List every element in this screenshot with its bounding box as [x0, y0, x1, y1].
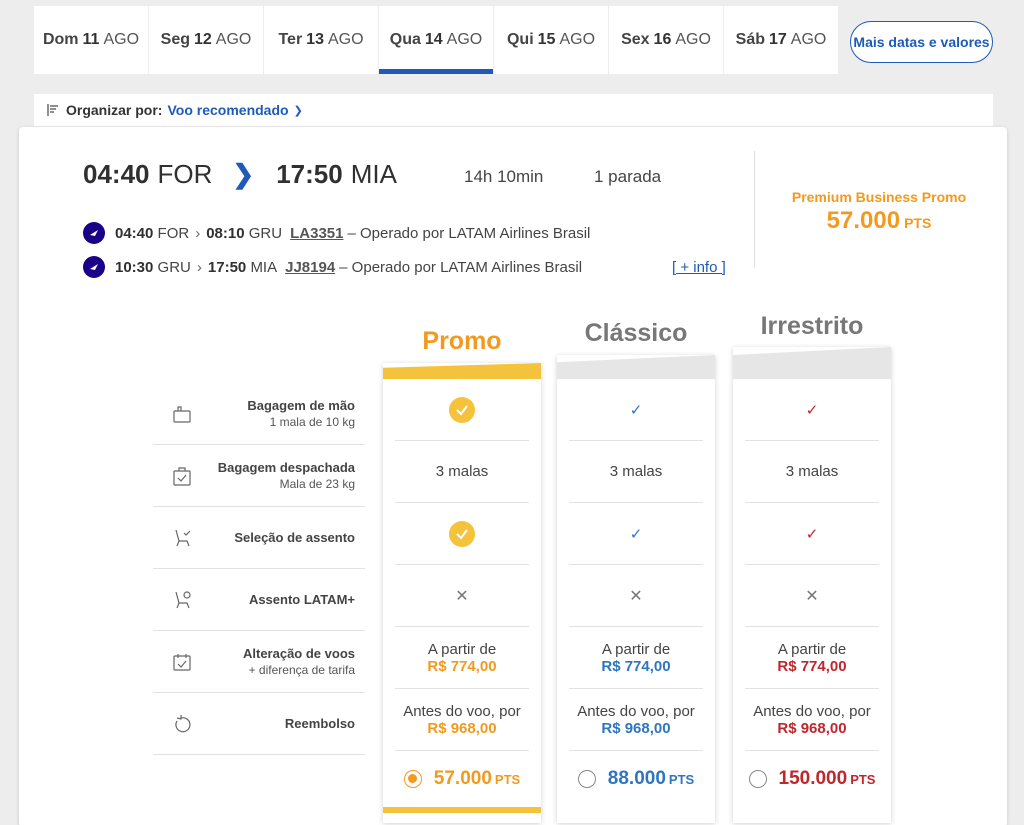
close-icon: ✕: [455, 587, 469, 605]
date-tab-dom-11[interactable]: Dom 11 AGO: [34, 6, 148, 74]
classico-header-band: [557, 355, 715, 379]
seat-plus-icon: [175, 590, 191, 608]
promo-header-band: [383, 363, 541, 379]
date-tab-sab-17[interactable]: Sáb 17 AGO: [724, 6, 838, 74]
sort-icon: [47, 104, 58, 116]
feature-carry-on: Bagagem de mão 1 mala de 10 kg: [153, 383, 365, 445]
premium-fare[interactable]: Premium Business Promo 57.000 PTS: [774, 189, 984, 235]
fare-radio-promo[interactable]: [403, 770, 422, 788]
latam-logo-icon: [83, 256, 105, 278]
select-promo-fare[interactable]: 57.000 PTS: [395, 751, 529, 807]
fare-name-irrestrito: Irrestrito: [760, 312, 864, 340]
sort-dropdown[interactable]: Voo recomendado: [167, 102, 288, 118]
more-dates-button[interactable]: Mais datas e valores: [850, 21, 993, 63]
flight-duration: 14h 10min: [464, 167, 544, 186]
divider: [754, 151, 755, 268]
date-tab-qui-15[interactable]: Qui 15 AGO: [494, 6, 608, 74]
premium-fare-points: 57.000 PTS: [826, 207, 932, 234]
check-icon: [449, 520, 475, 547]
fare-radio-classico[interactable]: [577, 770, 596, 788]
fare-features: Bagagem de mão 1 mala de 10 kg Bagagem de…: [153, 383, 365, 755]
feature-latam-plus-seat: Assento LATAM+: [153, 569, 365, 631]
sort-label: Organizar por:: [66, 102, 163, 118]
chevron-right-icon: ›: [195, 224, 201, 242]
seat-icon: [175, 529, 191, 546]
flight-card: 04:40 FOR ❯ 17:50 MIA 14h 10min 1 parada…: [19, 127, 1007, 825]
fare-name-promo: Promo: [422, 327, 502, 355]
refund-icon: [175, 714, 191, 732]
feature-refund: Reembolso: [153, 693, 365, 755]
departure-airport: FOR: [157, 159, 213, 189]
carry-on-bag-icon: [173, 405, 191, 423]
chevron-right-icon: ❯: [232, 159, 255, 189]
date-tab-ter-13[interactable]: Ter 13 AGO: [264, 6, 378, 74]
checked-bag-icon: [173, 466, 191, 486]
chevron-down-icon[interactable]: ❯: [294, 104, 303, 117]
flight-number-link[interactable]: JJ8194: [285, 259, 335, 276]
irrestrito-header-band: [733, 347, 891, 379]
chevron-right-icon: ›: [196, 258, 202, 276]
departure-time: 04:40: [83, 159, 150, 189]
calendar-check-icon: [173, 653, 191, 671]
date-tab-qua-14-selected[interactable]: Qua 14 AGO: [379, 6, 493, 74]
check-icon: ✓: [629, 525, 643, 543]
check-icon: ✓: [805, 525, 819, 543]
more-info-link[interactable]: [ + info ]: [672, 259, 726, 276]
flight-segment-1: 04:40 FOR › 08:10 GRU LA3351 – Operado p…: [83, 222, 590, 244]
arrival-time: 17:50: [276, 159, 343, 189]
arrival-airport: MIA: [350, 159, 397, 189]
select-classico-fare[interactable]: 88.000 PTS: [569, 751, 703, 807]
latam-logo-icon: [83, 222, 105, 244]
feature-checked-bag: Bagagem despachada Mala de 23 kg: [153, 445, 365, 507]
sort-bar: Organizar por: Voo recomendado ❯: [34, 94, 993, 126]
close-icon: ✕: [629, 587, 643, 605]
close-icon: ✕: [805, 587, 819, 605]
flight-segment-2: 10:30 GRU › 17:50 MIA JJ8194 – Operado p…: [83, 256, 582, 278]
date-tabs: Dom 11 AGO Seg 12 AGO Ter 13 AGO Qua 14 AGO Qui 1…: [34, 6, 839, 74]
check-icon: [449, 396, 475, 423]
fare-radio-irrestrito[interactable]: [748, 770, 767, 788]
premium-fare-name: Premium Business Promo: [791, 189, 967, 205]
feature-seat-selection: Seleção de assento: [153, 507, 365, 569]
feature-flight-change: Alteração de voos + diferença de tarifa: [153, 631, 365, 693]
check-icon: ✓: [629, 401, 643, 419]
flight-stops: 1 parada: [594, 167, 662, 186]
date-tab-seg-12[interactable]: Seg 12 AGO: [149, 6, 263, 74]
check-icon: ✓: [805, 401, 819, 419]
date-tab-sex-16[interactable]: Sex 16 AGO: [609, 6, 723, 74]
flight-number-link[interactable]: LA3351: [290, 225, 343, 242]
fare-name-classico: Clássico: [584, 319, 688, 347]
flight-summary: 04:40 FOR ❯ 17:50 MIA: [83, 159, 397, 190]
select-irrestrito-fare[interactable]: 150.000 PTS: [745, 751, 879, 807]
